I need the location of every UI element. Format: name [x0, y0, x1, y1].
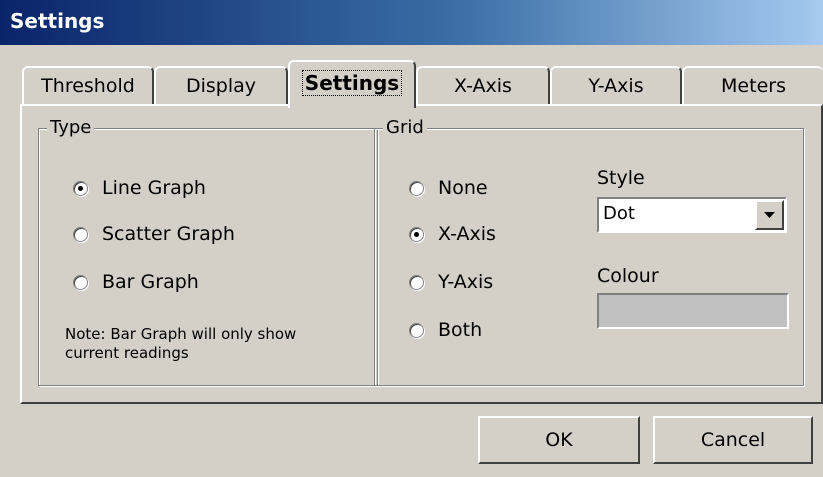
title-bar[interactable]: Settings [0, 0, 823, 45]
colour-label: Colour [597, 265, 659, 287]
radio-grid-both[interactable]: Both [409, 319, 482, 341]
ok-button-label: OK [545, 429, 573, 451]
tab-y-axis[interactable]: Y-Axis [550, 66, 682, 104]
tab-display[interactable]: Display [154, 66, 288, 104]
tab-label: Threshold [41, 75, 135, 97]
radio-label: Scatter Graph [102, 223, 235, 245]
radio-unchecked-icon [409, 322, 424, 338]
colour-swatch[interactable] [597, 293, 789, 329]
tab-panel-settings: Type Line Graph Scatter Graph Bar Graph … [20, 104, 823, 404]
radio-grid-x-axis[interactable]: X-Axis [409, 223, 496, 245]
grid-group-legend: Grid [383, 117, 427, 138]
cancel-button[interactable]: Cancel [653, 416, 813, 464]
radio-label: Y-Axis [438, 271, 494, 293]
tab-label: Settings [301, 70, 403, 96]
radio-checked-icon [409, 226, 424, 242]
radio-line-graph[interactable]: Line Graph [73, 177, 206, 199]
radio-label: Bar Graph [102, 271, 199, 293]
radio-label: X-Axis [438, 223, 496, 245]
tab-label: X-Axis [454, 75, 512, 97]
cancel-button-label: Cancel [700, 429, 766, 451]
type-groupbox: Type Line Graph Scatter Graph Bar Graph … [38, 117, 378, 386]
tab-label: Display [185, 75, 257, 97]
radio-label: None [438, 177, 488, 199]
radio-unchecked-icon [73, 274, 88, 290]
tab-threshold[interactable]: Threshold [22, 66, 154, 104]
radio-label: Line Graph [102, 177, 206, 199]
bar-graph-note: Note: Bar Graph will only show current r… [65, 325, 297, 362]
chevron-down-icon [764, 211, 775, 218]
radio-unchecked-icon [73, 226, 88, 242]
style-combobox-value: Dot [603, 203, 635, 224]
window-title: Settings [10, 9, 105, 33]
tab-settings[interactable]: Settings [288, 60, 416, 108]
radio-unchecked-icon [409, 180, 424, 196]
type-group-legend: Type [47, 117, 95, 138]
tab-meters[interactable]: Meters [682, 66, 823, 104]
tab-label: Y-Axis [588, 75, 644, 97]
ok-button[interactable]: OK [478, 416, 640, 464]
radio-grid-y-axis[interactable]: Y-Axis [409, 271, 493, 293]
radio-grid-none[interactable]: None [409, 177, 488, 199]
radio-label: Both [438, 319, 483, 341]
radio-unchecked-icon [409, 274, 424, 290]
radio-bar-graph[interactable]: Bar Graph [73, 271, 199, 293]
tab-x-axis[interactable]: X-Axis [416, 66, 550, 104]
style-label: Style [597, 167, 645, 189]
radio-scatter-graph[interactable]: Scatter Graph [73, 223, 235, 245]
grid-groupbox: Grid None X-Axis Y-Axis Both Style Dot C… [374, 117, 804, 386]
style-combobox[interactable]: Dot [597, 197, 787, 233]
dropdown-arrow-button[interactable] [755, 200, 784, 230]
radio-checked-icon [73, 180, 88, 196]
tab-label: Meters [721, 75, 786, 97]
